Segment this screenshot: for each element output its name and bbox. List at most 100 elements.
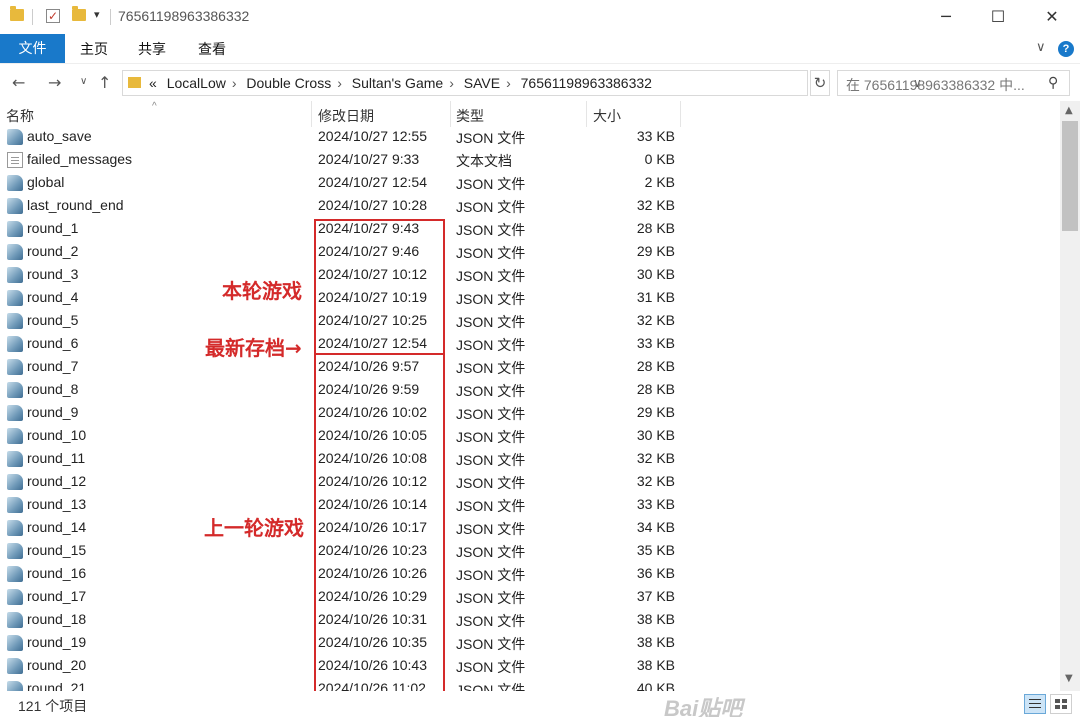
table-row[interactable]: round_10 2024/10/26 10:05 JSON 文件 30 KB [0,425,1060,448]
table-row[interactable]: round_4 2024/10/27 10:19 JSON 文件 31 KB [0,287,1060,310]
help-icon[interactable]: ? [1058,41,1074,57]
column-divider[interactable] [680,101,681,127]
current-round-highlight-box [314,219,445,355]
table-row[interactable]: round_16 2024/10/26 10:26 JSON 文件 36 KB [0,563,1060,586]
column-header-name[interactable]: 名称 [6,106,34,126]
table-row[interactable]: round_8 2024/10/26 9:59 JSON 文件 28 KB [0,379,1060,402]
json-file-icon [7,129,23,145]
table-row[interactable]: round_9 2024/10/26 10:02 JSON 文件 29 KB [0,402,1060,425]
table-row[interactable]: round_14 2024/10/26 10:17 JSON 文件 34 KB [0,517,1060,540]
maximize-button[interactable]: ☐ [972,0,1024,34]
table-row[interactable]: round_2 2024/10/27 9:46 JSON 文件 29 KB [0,241,1060,264]
file-name: round_10 [27,427,87,443]
tab-view[interactable]: 查看 [188,36,236,63]
breadcrumb-separator-icon[interactable]: › [449,75,454,91]
table-row[interactable]: round_20 2024/10/26 10:43 JSON 文件 38 KB [0,655,1060,678]
table-row[interactable]: auto_save 2024/10/27 12:55 JSON 文件 33 KB [0,126,1060,149]
scrollbar-thumb[interactable] [1062,121,1078,231]
scroll-up-icon[interactable]: ▲ [1065,105,1073,116]
table-row[interactable]: round_21 2024/10/26 11:02 JSON 文件 40 KB [0,678,1060,691]
column-headers: 名称 ^ 修改日期 类型 大小 [0,101,1060,127]
table-row[interactable]: round_1 2024/10/27 9:43 JSON 文件 28 KB [0,218,1060,241]
vertical-scrollbar[interactable]: ▲ ▼ [1060,101,1080,691]
file-type: JSON 文件 [456,498,526,514]
up-arrow-icon[interactable]: ↑ [98,73,111,92]
refresh-icon[interactable]: ↻ [810,70,830,96]
watermark: Bai贴吧 [664,696,743,717]
file-size: 33 KB [636,128,675,144]
column-divider[interactable] [586,101,587,127]
breadcrumb-item[interactable]: 76561198963386332 [521,75,652,91]
column-header-size[interactable]: 大小 [593,106,621,126]
item-count: 121 个项目 [18,698,88,714]
search-placeholder: 在 76561198963386332 中... [846,77,1025,93]
close-button[interactable]: ✕ [1026,0,1078,34]
json-file-icon [7,474,23,490]
table-row[interactable]: round_3 2024/10/27 10:12 JSON 文件 30 KB [0,264,1060,287]
table-row[interactable]: round_12 2024/10/26 10:12 JSON 文件 32 KB [0,471,1060,494]
breadcrumb-separator-icon[interactable]: › [506,75,511,91]
file-name: round_18 [27,611,87,627]
file-size: 2 KB [644,174,675,190]
recent-locations-chevron-icon[interactable]: ∨ [80,76,87,87]
tab-home[interactable]: 主页 [70,36,118,63]
annotation-previous-round: 上一轮游戏 [204,516,304,540]
address-bar[interactable]: « LocalLow › Double Cross › Sultan's Game ›… [122,70,922,96]
table-row[interactable]: round_6 2024/10/27 12:54 JSON 文件 33 KB [0,333,1060,356]
table-row[interactable]: round_5 2024/10/27 10:25 JSON 文件 32 KB [0,310,1060,333]
large-icons-view-icon[interactable] [1050,694,1072,714]
search-input[interactable]: 在 76561198963386332 中... ⚲ [837,70,1070,96]
file-name: round_2 [27,243,79,259]
expand-ribbon-icon[interactable]: ∨ [1036,40,1046,55]
properties-icon[interactable]: ✓ [46,9,60,23]
forward-arrow-icon[interactable]: → [48,73,61,92]
annotation-latest-save: 最新存档→ [205,336,302,360]
json-file-icon [7,313,23,329]
back-arrow-icon[interactable]: ← [12,73,25,92]
scroll-down-icon[interactable]: ▼ [1065,673,1073,684]
file-size: 28 KB [636,220,675,236]
column-divider[interactable] [311,101,312,127]
json-file-icon [7,589,23,605]
breadcrumb-overflow[interactable]: « [149,75,157,91]
file-type: JSON 文件 [456,406,526,422]
minimize-button[interactable]: ─ [920,0,972,34]
tab-share[interactable]: 共享 [128,36,176,63]
table-row[interactable]: round_18 2024/10/26 10:31 JSON 文件 38 KB [0,609,1060,632]
file-name: round_11 [27,450,86,466]
column-header-date[interactable]: 修改日期 [318,106,374,126]
breadcrumb-item[interactable]: SAVE [464,75,500,91]
divider [110,9,111,25]
file-type: JSON 文件 [456,659,526,675]
table-row[interactable]: round_11 2024/10/26 10:08 JSON 文件 32 KB [0,448,1060,471]
breadcrumb-separator-icon[interactable]: › [337,75,342,91]
file-name: round_7 [27,358,79,374]
search-icon[interactable]: ⚲ [1048,75,1058,91]
table-row[interactable]: round_17 2024/10/26 10:29 JSON 文件 37 KB [0,586,1060,609]
column-header-type[interactable]: 类型 [456,106,484,126]
table-row[interactable]: round_15 2024/10/26 10:23 JSON 文件 35 KB [0,540,1060,563]
table-row[interactable]: round_7 2024/10/26 9:57 JSON 文件 28 KB [0,356,1060,379]
json-file-icon [7,543,23,559]
quick-access-dropdown-icon[interactable]: ▾ [94,8,100,21]
file-name: round_14 [27,519,87,535]
file-name: round_19 [27,634,87,650]
table-row[interactable]: failed_messages 2024/10/27 9:33 文本文档 0 KB [0,149,1060,172]
table-row[interactable]: last_round_end 2024/10/27 10:28 JSON 文件 32 … [0,195,1060,218]
breadcrumb-item[interactable]: Sultan's Game [352,75,443,91]
table-row[interactable]: round_19 2024/10/26 10:35 JSON 文件 38 KB [0,632,1060,655]
tab-file[interactable]: 文件 [0,34,65,63]
details-view-icon[interactable] [1024,694,1046,714]
file-size: 35 KB [636,542,675,558]
file-size: 31 KB [636,289,675,305]
breadcrumb-item[interactable]: LocalLow [167,75,226,91]
table-row[interactable]: round_13 2024/10/26 10:14 JSON 文件 33 KB [0,494,1060,517]
file-name: global [27,174,65,190]
new-folder-icon[interactable] [72,6,86,21]
table-row[interactable]: global 2024/10/27 12:54 JSON 文件 2 KB [0,172,1060,195]
breadcrumb-separator-icon[interactable]: › [232,75,237,91]
breadcrumb-item[interactable]: Double Cross [246,75,331,91]
file-type: JSON 文件 [456,636,526,652]
file-type: JSON 文件 [456,199,526,215]
column-divider[interactable] [450,101,451,127]
